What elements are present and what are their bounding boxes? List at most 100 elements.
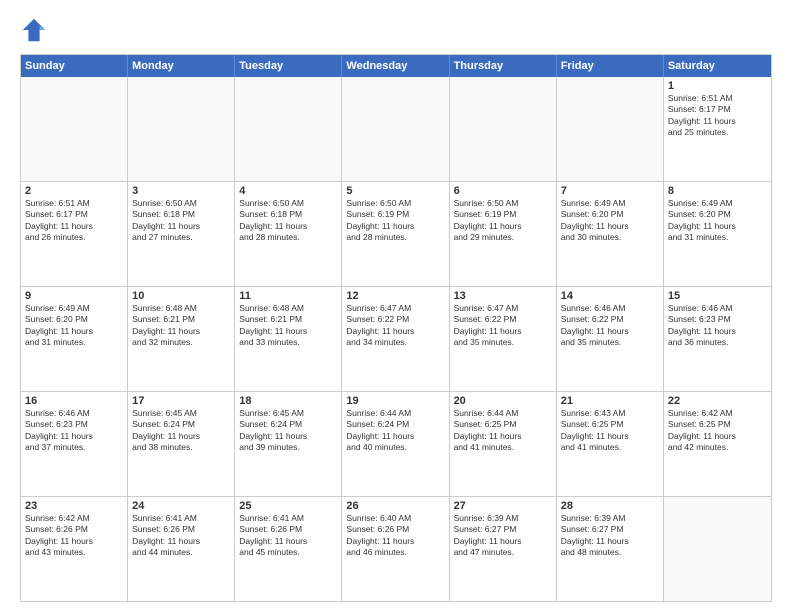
day-number: 3 [132,185,230,197]
calendar-header: SundayMondayTuesdayWednesdayThursdayFrid… [21,55,771,77]
day-cell-20: 20Sunrise: 6:44 AM Sunset: 6:25 PM Dayli… [450,392,557,496]
day-number: 1 [668,80,767,92]
day-info: Sunrise: 6:51 AM Sunset: 6:17 PM Dayligh… [25,198,123,244]
calendar-row-0: 1Sunrise: 6:51 AM Sunset: 6:17 PM Daylig… [21,77,771,181]
day-cell-14: 14Sunrise: 6:46 AM Sunset: 6:22 PM Dayli… [557,287,664,391]
day-cell-2: 2Sunrise: 6:51 AM Sunset: 6:17 PM Daylig… [21,182,128,286]
day-cell-5: 5Sunrise: 6:50 AM Sunset: 6:19 PM Daylig… [342,182,449,286]
day-number: 28 [561,500,659,512]
calendar-row-1: 2Sunrise: 6:51 AM Sunset: 6:17 PM Daylig… [21,181,771,286]
day-info: Sunrise: 6:49 AM Sunset: 6:20 PM Dayligh… [25,303,123,349]
weekday-header-friday: Friday [557,55,664,77]
weekday-header-saturday: Saturday [664,55,771,77]
empty-cell-0-2 [235,77,342,181]
calendar-row-2: 9Sunrise: 6:49 AM Sunset: 6:20 PM Daylig… [21,286,771,391]
day-cell-17: 17Sunrise: 6:45 AM Sunset: 6:24 PM Dayli… [128,392,235,496]
day-number: 22 [668,395,767,407]
logo-icon [20,16,48,44]
day-number: 7 [561,185,659,197]
day-info: Sunrise: 6:50 AM Sunset: 6:18 PM Dayligh… [132,198,230,244]
header [20,16,772,44]
day-info: Sunrise: 6:41 AM Sunset: 6:26 PM Dayligh… [239,513,337,559]
day-number: 25 [239,500,337,512]
day-cell-15: 15Sunrise: 6:46 AM Sunset: 6:23 PM Dayli… [664,287,771,391]
day-cell-12: 12Sunrise: 6:47 AM Sunset: 6:22 PM Dayli… [342,287,449,391]
day-info: Sunrise: 6:46 AM Sunset: 6:23 PM Dayligh… [668,303,767,349]
day-cell-25: 25Sunrise: 6:41 AM Sunset: 6:26 PM Dayli… [235,497,342,601]
day-cell-8: 8Sunrise: 6:49 AM Sunset: 6:20 PM Daylig… [664,182,771,286]
day-number: 8 [668,185,767,197]
calendar-row-4: 23Sunrise: 6:42 AM Sunset: 6:26 PM Dayli… [21,496,771,601]
day-number: 27 [454,500,552,512]
calendar: SundayMondayTuesdayWednesdayThursdayFrid… [20,54,772,602]
day-cell-16: 16Sunrise: 6:46 AM Sunset: 6:23 PM Dayli… [21,392,128,496]
day-info: Sunrise: 6:48 AM Sunset: 6:21 PM Dayligh… [239,303,337,349]
day-cell-7: 7Sunrise: 6:49 AM Sunset: 6:20 PM Daylig… [557,182,664,286]
day-info: Sunrise: 6:50 AM Sunset: 6:18 PM Dayligh… [239,198,337,244]
empty-cell-0-3 [342,77,449,181]
day-info: Sunrise: 6:43 AM Sunset: 6:25 PM Dayligh… [561,408,659,454]
day-info: Sunrise: 6:49 AM Sunset: 6:20 PM Dayligh… [561,198,659,244]
day-number: 24 [132,500,230,512]
day-cell-18: 18Sunrise: 6:45 AM Sunset: 6:24 PM Dayli… [235,392,342,496]
day-info: Sunrise: 6:50 AM Sunset: 6:19 PM Dayligh… [346,198,444,244]
empty-cell-4-6 [664,497,771,601]
day-info: Sunrise: 6:49 AM Sunset: 6:20 PM Dayligh… [668,198,767,244]
day-info: Sunrise: 6:41 AM Sunset: 6:26 PM Dayligh… [132,513,230,559]
day-info: Sunrise: 6:44 AM Sunset: 6:24 PM Dayligh… [346,408,444,454]
day-number: 4 [239,185,337,197]
day-info: Sunrise: 6:40 AM Sunset: 6:26 PM Dayligh… [346,513,444,559]
day-number: 2 [25,185,123,197]
day-info: Sunrise: 6:42 AM Sunset: 6:25 PM Dayligh… [668,408,767,454]
weekday-header-sunday: Sunday [21,55,128,77]
day-cell-24: 24Sunrise: 6:41 AM Sunset: 6:26 PM Dayli… [128,497,235,601]
calendar-body: 1Sunrise: 6:51 AM Sunset: 6:17 PM Daylig… [21,77,771,601]
day-cell-10: 10Sunrise: 6:48 AM Sunset: 6:21 PM Dayli… [128,287,235,391]
empty-cell-0-0 [21,77,128,181]
day-number: 6 [454,185,552,197]
day-cell-21: 21Sunrise: 6:43 AM Sunset: 6:25 PM Dayli… [557,392,664,496]
empty-cell-0-1 [128,77,235,181]
day-info: Sunrise: 6:39 AM Sunset: 6:27 PM Dayligh… [454,513,552,559]
day-number: 5 [346,185,444,197]
day-cell-3: 3Sunrise: 6:50 AM Sunset: 6:18 PM Daylig… [128,182,235,286]
day-cell-9: 9Sunrise: 6:49 AM Sunset: 6:20 PM Daylig… [21,287,128,391]
day-cell-22: 22Sunrise: 6:42 AM Sunset: 6:25 PM Dayli… [664,392,771,496]
day-info: Sunrise: 6:45 AM Sunset: 6:24 PM Dayligh… [239,408,337,454]
day-info: Sunrise: 6:51 AM Sunset: 6:17 PM Dayligh… [668,93,767,139]
page: SundayMondayTuesdayWednesdayThursdayFrid… [0,0,792,612]
day-cell-13: 13Sunrise: 6:47 AM Sunset: 6:22 PM Dayli… [450,287,557,391]
day-cell-19: 19Sunrise: 6:44 AM Sunset: 6:24 PM Dayli… [342,392,449,496]
day-info: Sunrise: 6:47 AM Sunset: 6:22 PM Dayligh… [346,303,444,349]
day-number: 20 [454,395,552,407]
weekday-header-monday: Monday [128,55,235,77]
day-cell-11: 11Sunrise: 6:48 AM Sunset: 6:21 PM Dayli… [235,287,342,391]
calendar-row-3: 16Sunrise: 6:46 AM Sunset: 6:23 PM Dayli… [21,391,771,496]
day-cell-23: 23Sunrise: 6:42 AM Sunset: 6:26 PM Dayli… [21,497,128,601]
day-info: Sunrise: 6:45 AM Sunset: 6:24 PM Dayligh… [132,408,230,454]
weekday-header-tuesday: Tuesday [235,55,342,77]
logo [20,16,52,44]
day-cell-28: 28Sunrise: 6:39 AM Sunset: 6:27 PM Dayli… [557,497,664,601]
day-cell-4: 4Sunrise: 6:50 AM Sunset: 6:18 PM Daylig… [235,182,342,286]
weekday-header-thursday: Thursday [450,55,557,77]
day-info: Sunrise: 6:44 AM Sunset: 6:25 PM Dayligh… [454,408,552,454]
day-info: Sunrise: 6:50 AM Sunset: 6:19 PM Dayligh… [454,198,552,244]
day-number: 16 [25,395,123,407]
day-number: 17 [132,395,230,407]
day-info: Sunrise: 6:47 AM Sunset: 6:22 PM Dayligh… [454,303,552,349]
day-number: 11 [239,290,337,302]
day-info: Sunrise: 6:46 AM Sunset: 6:23 PM Dayligh… [25,408,123,454]
day-number: 13 [454,290,552,302]
day-cell-6: 6Sunrise: 6:50 AM Sunset: 6:19 PM Daylig… [450,182,557,286]
day-number: 18 [239,395,337,407]
day-info: Sunrise: 6:42 AM Sunset: 6:26 PM Dayligh… [25,513,123,559]
day-number: 10 [132,290,230,302]
day-number: 12 [346,290,444,302]
day-number: 19 [346,395,444,407]
day-number: 15 [668,290,767,302]
day-number: 26 [346,500,444,512]
day-number: 23 [25,500,123,512]
day-number: 9 [25,290,123,302]
day-number: 21 [561,395,659,407]
